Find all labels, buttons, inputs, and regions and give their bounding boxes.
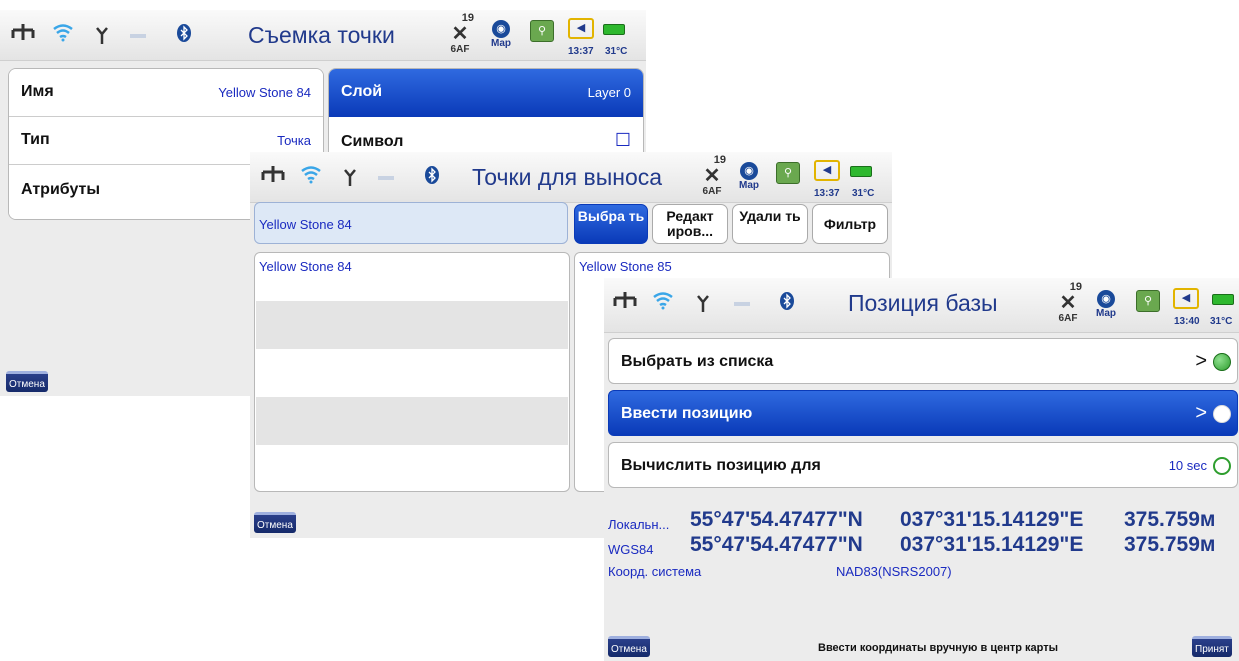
search-value: Yellow Stone 84 bbox=[259, 217, 352, 232]
field-value: Точка bbox=[277, 133, 311, 148]
gps-status-icon[interactable]: ⚲ bbox=[776, 162, 800, 184]
coord-local-height: 375.759м bbox=[1124, 508, 1216, 531]
coord-system-label: Коорд. система bbox=[608, 564, 702, 579]
clock: 13:40 bbox=[1174, 316, 1200, 327]
map-icon[interactable]: ◉ Map bbox=[486, 20, 516, 49]
cancel-button[interactable]: Отмена bbox=[608, 636, 650, 657]
field-name-row[interactable]: Имя Yellow Stone 84 bbox=[9, 69, 323, 117]
layer-value: Layer 0 bbox=[587, 85, 631, 100]
list-item[interactable]: Yellow Stone 85 bbox=[579, 259, 672, 274]
edit-button[interactable]: Редакт иров... bbox=[652, 204, 728, 244]
antenna-icon bbox=[344, 169, 356, 186]
hint-text: Ввести координаты вручную в центр карты bbox=[818, 642, 1058, 654]
speaker-icon[interactable]: ◀ bbox=[814, 160, 840, 181]
field-value: Yellow Stone 84 bbox=[218, 85, 311, 100]
choose-from-list-row[interactable]: Выбрать из списка > bbox=[608, 338, 1238, 384]
base-position-screen: Позиция базы 19 ✕ 6AF ◉ Map ⚲ ◀ 13:40 31°C … bbox=[604, 278, 1239, 661]
status-dot-white-icon bbox=[1213, 405, 1231, 423]
temperature: 31°C bbox=[605, 46, 628, 57]
cancel-button[interactable]: Отмена bbox=[6, 371, 48, 392]
chevron-right-icon: > bbox=[1195, 350, 1207, 372]
page-title: Съемка точки bbox=[248, 22, 395, 48]
option-label: Ввести позицию bbox=[621, 405, 753, 422]
coord-system-value: NAD83(NSRS2007) bbox=[836, 564, 952, 579]
coord-wgs-height: 375.759м bbox=[1124, 533, 1216, 556]
map-label: Map bbox=[1096, 308, 1116, 319]
accept-button[interactable]: Принят bbox=[1192, 636, 1232, 657]
wifi-icon bbox=[53, 24, 73, 42]
layer-row[interactable]: Слой Layer 0 bbox=[329, 69, 643, 117]
cancel-button[interactable]: Отмена bbox=[254, 512, 296, 533]
signal-dim-icon bbox=[734, 302, 750, 306]
layer-label: Слой bbox=[341, 83, 383, 100]
coord-local-lat: 55°47'54.47477"N bbox=[690, 508, 863, 531]
antenna-icon bbox=[697, 295, 709, 312]
network-icon bbox=[613, 292, 637, 308]
temperature: 31°C bbox=[1210, 316, 1233, 327]
bluetooth-icon bbox=[780, 292, 794, 310]
list-stripe bbox=[256, 301, 568, 349]
page-title: Точки для выноса bbox=[472, 164, 663, 190]
list-item[interactable]: Yellow Stone 84 bbox=[259, 259, 352, 274]
page-title: Позиция базы bbox=[848, 290, 998, 316]
chevron-right-icon: > bbox=[1195, 402, 1207, 424]
satellite-icon[interactable]: 19 ✕ 6AF bbox=[1054, 282, 1082, 325]
bluetooth-icon bbox=[425, 166, 439, 184]
speaker-icon[interactable]: ◀ bbox=[568, 18, 594, 39]
clock: 13:37 bbox=[568, 46, 594, 57]
coord-local-label: Локальн... bbox=[608, 517, 670, 532]
coord-local-lon: 037°31'15.14129"E bbox=[900, 508, 1084, 531]
status-dot-green-icon bbox=[1213, 353, 1231, 371]
duration-value: 10 sec bbox=[1168, 458, 1207, 473]
list-stripe bbox=[256, 397, 568, 445]
map-icon[interactable]: ◉ Map bbox=[734, 162, 764, 191]
option-label: Вычислить позицию для bbox=[621, 457, 821, 474]
signal-dim-icon bbox=[378, 176, 394, 180]
option-label: Выбрать из списка bbox=[621, 353, 774, 370]
network-icon bbox=[11, 24, 35, 40]
filter-button[interactable]: Фильтр bbox=[812, 204, 888, 244]
gps-status-icon[interactable]: ⚲ bbox=[1136, 290, 1160, 312]
map-icon[interactable]: ◉ Map bbox=[1091, 290, 1121, 319]
field-label: Имя bbox=[21, 83, 54, 100]
symbol-icon: ☐ bbox=[614, 130, 631, 150]
status-bar: Точки для выноса 19 ✕ 6AF ◉ Map ⚲ ◀ 13:37 3… bbox=[250, 152, 892, 203]
select-button[interactable]: Выбра ть bbox=[574, 204, 648, 244]
search-field[interactable]: Yellow Stone 84 bbox=[254, 202, 568, 244]
map-label: Map bbox=[739, 180, 759, 191]
coord-wgs-lat: 55°47'54.47477"N bbox=[690, 533, 863, 556]
status-bar: Позиция базы 19 ✕ 6AF ◉ Map ⚲ ◀ 13:40 31°C bbox=[604, 278, 1239, 333]
satellite-sub: 6AF bbox=[450, 44, 470, 55]
enter-position-row[interactable]: Ввести позицию > bbox=[608, 390, 1238, 436]
satellite-sub: 6AF bbox=[702, 186, 722, 197]
left-list[interactable]: Yellow Stone 84 bbox=[254, 252, 570, 492]
status-bar: Съемка точки 19 ✕ 6AF ◉ Map ⚲ ◀ 13:37 31°C bbox=[0, 10, 646, 61]
satellite-icon[interactable]: 19 ✕ 6AF bbox=[698, 155, 726, 198]
wifi-icon bbox=[653, 292, 673, 310]
compute-position-row[interactable]: Вычислить позицию для 10 sec bbox=[608, 442, 1238, 488]
field-label: Атрибуты bbox=[21, 181, 101, 198]
symbol-label: Символ bbox=[341, 133, 404, 150]
battery-icon bbox=[1212, 294, 1234, 305]
antenna-icon bbox=[96, 27, 108, 44]
coord-wgs-label: WGS84 bbox=[608, 542, 654, 557]
temperature: 31°C bbox=[852, 188, 875, 199]
bluetooth-icon bbox=[177, 24, 191, 42]
field-label: Тип bbox=[21, 131, 50, 148]
signal-dim-icon bbox=[130, 34, 146, 38]
speaker-icon[interactable]: ◀ bbox=[1173, 288, 1199, 309]
battery-icon bbox=[850, 166, 872, 177]
satellite-sub: 6AF bbox=[1058, 313, 1078, 324]
coord-wgs-lon: 037°31'15.14129"E bbox=[900, 533, 1084, 556]
battery-icon bbox=[603, 24, 625, 35]
network-icon bbox=[261, 166, 285, 182]
delete-button[interactable]: Удали ть bbox=[732, 204, 808, 244]
wifi-icon bbox=[301, 166, 321, 184]
map-label: Map bbox=[491, 38, 511, 49]
clock: 13:37 bbox=[814, 188, 840, 199]
gps-status-icon[interactable]: ⚲ bbox=[530, 20, 554, 42]
satellite-icon[interactable]: 19 ✕ 6AF bbox=[446, 13, 474, 56]
status-dot-empty-icon bbox=[1213, 457, 1231, 475]
